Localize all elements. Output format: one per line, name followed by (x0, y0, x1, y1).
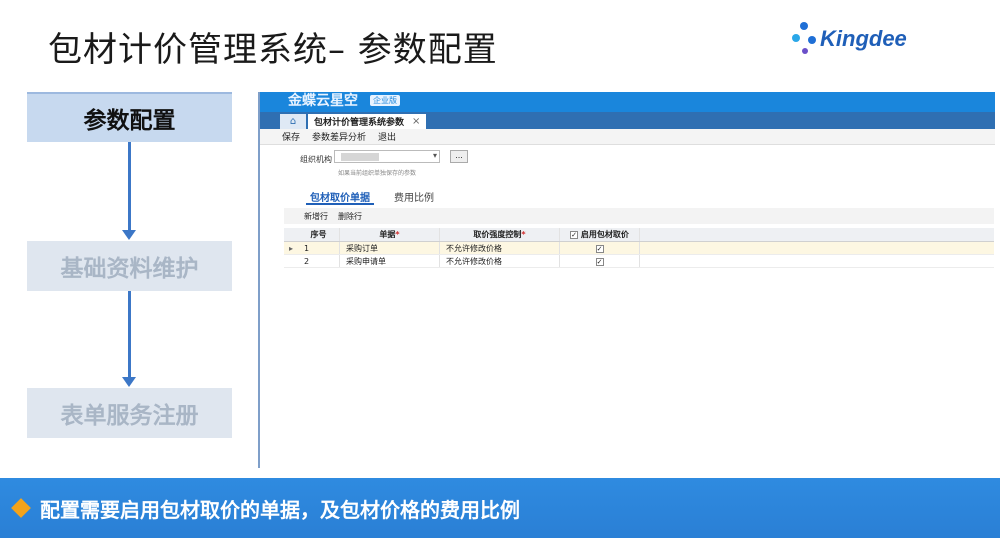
footer-banner: 配置需要启用包材取价的单据，及包材价格的费用比例 (0, 478, 1000, 538)
col-enable[interactable]: ✓ 启用包材取价 (560, 228, 640, 241)
step-parameter-config: 参数配置 (27, 92, 232, 142)
home-icon: ⌂ (289, 116, 297, 127)
col-bill: 单据* (340, 228, 440, 241)
step-form-service: 表单服务注册 (27, 388, 232, 438)
flow-arrow-head (122, 377, 136, 387)
enable-checkbox[interactable]: ✓ (595, 244, 604, 253)
logo-dot (802, 48, 808, 54)
app-name: 金蝶云星空 (288, 93, 358, 109)
footer-text: 配置需要启用包材取价的单据，及包材价格的费用比例 (40, 497, 520, 522)
tab-title: 包材计价管理系统参数 (314, 118, 405, 128)
add-row-button[interactable]: 新增行 (304, 211, 328, 222)
logo-dot (808, 36, 816, 44)
table-row[interactable]: 2 采购申请单 不允许修改价格 ✓ (284, 255, 994, 268)
app-screenshot: 金蝶云星空 企业版 ⌂ 包材计价管理系统参数 × 保存 参数差异分析 退出 组织… (258, 92, 995, 468)
header-checkbox[interactable]: ✓ (570, 230, 579, 239)
logo-wordmark: Kingdee (820, 26, 907, 51)
flow-arrow-line (128, 142, 131, 230)
required-mark: * (395, 230, 400, 239)
tab-parameters[interactable]: 包材计价管理系统参数 × (308, 114, 427, 129)
chevron-down-icon: ▾ (432, 151, 437, 160)
app-header: 金蝶云星空 企业版 (260, 92, 995, 112)
document-grid: 序号 单据* 取价强度控制* ✓ 启用包材取价 ▸ 1 采购订单 不允许修改价格… (284, 228, 994, 268)
grid-header: 序号 单据* 取价强度控制* ✓ 启用包材取价 (284, 228, 994, 242)
row-indicator (284, 255, 298, 267)
tab-cost-ratio[interactable]: 费用比例 (394, 189, 434, 205)
table-row[interactable]: ▸ 1 采购订单 不允许修改价格 ✓ (284, 242, 994, 255)
flow-arrow-line (128, 291, 131, 377)
logo-dot (792, 34, 800, 42)
edition-badge: 企业版 (370, 95, 400, 106)
home-tab[interactable]: ⌂ (280, 114, 306, 129)
close-icon[interactable]: × (412, 116, 420, 127)
exit-button[interactable]: 退出 (378, 130, 396, 143)
grid-toolbar: 新增行 删除行 (284, 208, 994, 224)
subtabs: 包材取价单据 费用比例 (306, 189, 434, 205)
save-button[interactable]: 保存 (282, 130, 300, 143)
org-value-redacted (341, 153, 379, 161)
slide-title: 包材计价管理系统– 参数配置 (48, 30, 498, 70)
org-hint: 如果当前组织单独保存的参数 (338, 170, 417, 177)
enable-checkbox[interactable]: ✓ (595, 257, 604, 266)
flow-arrow-head (122, 230, 136, 240)
tab-price-documents[interactable]: 包材取价单据 (306, 189, 374, 205)
row-indicator: ▸ (288, 244, 293, 253)
step-basic-data: 基础资料维护 (27, 241, 232, 291)
org-select[interactable]: ▾ (334, 150, 440, 163)
kingdee-logo: Kingdee (790, 20, 920, 60)
logo-dot (800, 22, 808, 30)
org-label: 组织机构 (300, 155, 332, 164)
required-mark: * (521, 230, 526, 239)
col-no: 序号 (298, 228, 340, 241)
col-control: 取价强度控制* (440, 228, 560, 241)
diff-analysis-button[interactable]: 参数差异分析 (312, 130, 366, 143)
org-browse-button[interactable]: ... (450, 150, 468, 163)
delete-row-button[interactable]: 删除行 (338, 211, 362, 222)
toolbar: 保存 参数差异分析 退出 (260, 129, 995, 145)
tab-bar: ⌂ 包材计价管理系统参数 × (260, 112, 995, 129)
diamond-bullet-icon (11, 498, 31, 518)
